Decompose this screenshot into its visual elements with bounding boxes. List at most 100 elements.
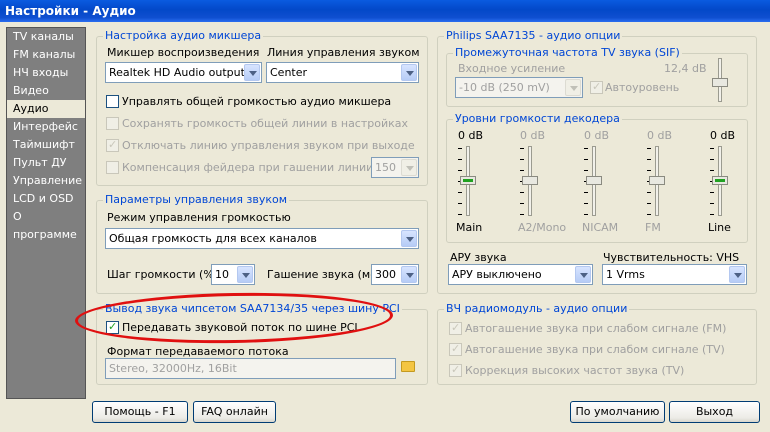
chevron-down-icon[interactable] — [401, 230, 417, 247]
input-gain-readout: 12,4 dB — [664, 62, 707, 75]
pci-group-title: Вывод звука чипсетом SAA7134/35 через ши… — [103, 302, 402, 315]
rf-fm-mute-label: Автогашение звука при слабом сигнале (FM… — [465, 322, 727, 335]
input-gain-label: Входное усиление — [458, 62, 566, 75]
agc-label: АРУ звука — [450, 251, 507, 264]
check-icon: ✓ — [451, 363, 461, 376]
pci-stream-label: Передавать звуковой поток по шине PCI — [122, 321, 358, 334]
volume-step-label: Шаг громкости (%) — [107, 268, 219, 281]
rf-hf-correction-label: Коррекция высоких частот звука (TV) — [465, 364, 685, 377]
check-icon: ✓ — [108, 320, 118, 333]
rf-group-title: ВЧ радиомодуль - аудио опции — [444, 302, 630, 315]
settings-window: Настройки - Аудио TV каналы FM каналы НЧ… — [0, 0, 770, 432]
sidebar-item-about[interactable]: О программе — [7, 208, 85, 241]
fader-compensation-input[interactable]: 150 — [371, 157, 419, 178]
manage-volume-checkbox[interactable] — [106, 95, 119, 108]
mute-time-label: Гашение звука (мс) — [267, 268, 381, 281]
volume-mode-select[interactable]: Общая громкость для всех каналов — [105, 228, 419, 249]
philips-group-title: Philips SAA7135 - аудио опции — [444, 29, 623, 42]
stream-format-value: Stereo, 32000Hz, 16Bit — [109, 362, 237, 375]
control-line-label: Линия управления звуком — [267, 46, 420, 59]
sidebar-item-interface[interactable]: Интерфейс — [7, 118, 85, 136]
check-icon: ✓ — [451, 342, 461, 355]
decoder-level-readout: 0 dB — [520, 129, 546, 142]
chevron-down-icon[interactable] — [237, 266, 253, 283]
fader-compensation-value: 150 — [375, 161, 396, 174]
volume-step-value: 10 — [215, 268, 229, 281]
decoder-slider-nicam[interactable] — [584, 146, 602, 216]
rf-tv-mute-label: Автогашение звука при слабом сигнале (TV… — [465, 343, 725, 356]
decoder-slider-line[interactable] — [710, 146, 728, 216]
sidebar-item-timeshift[interactable]: Таймшифт — [7, 136, 85, 154]
decoder-level-readout: 0 dB — [647, 129, 673, 142]
sidebar-item-tv-channels[interactable]: TV каналы — [7, 28, 85, 46]
disable-line-label: Отключать линию управления звуком при вы… — [122, 139, 415, 152]
decoder-channel-label: A2/Mono — [518, 221, 567, 234]
sidebar-item-lf-inputs[interactable]: НЧ входы — [7, 64, 85, 82]
check-icon: ✓ — [592, 80, 602, 93]
stream-format-label: Формат передаваемого потока — [107, 345, 289, 358]
rf-hf-correction-checkbox[interactable]: ✓ — [449, 363, 462, 377]
auto-level-checkbox[interactable]: ✓ — [590, 80, 603, 94]
sif-group-title: Промежуточная частота TV звука (SIF) — [453, 46, 682, 59]
chevron-down-icon[interactable] — [401, 64, 417, 81]
title-bar: Настройки - Аудио — [0, 0, 770, 22]
volume-mode-value: Общая громкость для всех каналов — [109, 232, 317, 245]
input-gain-slider[interactable] — [712, 58, 728, 102]
sensitivity-value: 1 Vrms — [606, 268, 645, 281]
decoder-channel-label: Line — [708, 221, 731, 234]
input-gain-select[interactable]: -10 dB (250 mV) — [455, 77, 583, 98]
sensitivity-label: Чувствительность: VHS — [603, 251, 740, 264]
sidebar-item-audio[interactable]: Аудио — [7, 100, 85, 118]
chevron-down-icon[interactable] — [729, 266, 745, 283]
pci-stream-checkbox[interactable]: ✓ — [106, 320, 119, 334]
sidebar-item-remote[interactable]: Пульт ДУ — [7, 154, 85, 172]
stream-format-field[interactable]: Stereo, 32000Hz, 16Bit — [105, 358, 396, 379]
disable-line-checkbox[interactable]: ✓ — [106, 138, 119, 152]
help-button[interactable]: Помощь - F1 — [92, 401, 188, 423]
fader-compensation-label: Компенсация фейдера при гашении линии (м… — [122, 161, 400, 174]
sound-params-title: Параметры управления звуком — [103, 193, 290, 206]
sidebar-item-lcd-osd[interactable]: LCD и OSD — [7, 190, 85, 208]
decoder-level-readout: 0 dB — [458, 129, 484, 142]
playback-mixer-label: Микшер воспроизведения — [107, 46, 260, 59]
rf-tv-mute-checkbox[interactable]: ✓ — [449, 342, 462, 356]
save-volume-checkbox[interactable] — [106, 117, 119, 130]
manage-volume-label: Управлять общей громкостью аудио микшера — [122, 95, 392, 108]
mixer-group-title: Настройка аудио микшера — [103, 29, 264, 42]
auto-level-label: Автоуровень — [605, 81, 680, 94]
mute-time-input[interactable]: 300 — [371, 264, 419, 285]
control-line-value: Center — [270, 66, 308, 79]
control-line-select[interactable]: Center — [266, 62, 419, 83]
sensitivity-select[interactable]: 1 Vrms — [602, 264, 747, 285]
check-icon: ✓ — [451, 321, 461, 334]
decoder-channel-label: FM — [645, 221, 661, 234]
chevron-down-icon[interactable] — [401, 159, 417, 176]
chevron-down-icon[interactable] — [244, 64, 260, 81]
decoder-channel-label: NICAM — [582, 221, 619, 234]
folder-icon[interactable] — [401, 361, 415, 372]
rf-fm-mute-checkbox[interactable]: ✓ — [449, 321, 462, 335]
fader-compensation-checkbox[interactable] — [106, 161, 119, 174]
agc-value: АРУ выключено — [452, 268, 542, 281]
sidebar-item-control[interactable]: Управление — [7, 172, 85, 190]
faq-button[interactable]: FAQ онлайн — [193, 401, 276, 423]
chevron-down-icon[interactable] — [401, 266, 417, 283]
decoder-group-title: Уровни громкости декодера — [453, 112, 622, 125]
sidebar-item-fm-channels[interactable]: FM каналы — [7, 46, 85, 64]
playback-mixer-select[interactable]: Realtek HD Audio output — [105, 62, 262, 83]
decoder-slider-a2-mono[interactable] — [520, 146, 538, 216]
exit-button[interactable]: Выход — [669, 401, 760, 423]
volume-step-input[interactable]: 10 — [211, 264, 255, 285]
chevron-down-icon[interactable] — [565, 79, 581, 96]
playback-mixer-value: Realtek HD Audio output — [109, 66, 245, 79]
decoder-level-readout: 0 dB — [710, 129, 736, 142]
decoder-level-readout: 0 dB — [584, 129, 610, 142]
volume-mode-label: Режим управления громкостью — [107, 211, 291, 224]
sidebar: TV каналы FM каналы НЧ входы Видео Аудио… — [6, 27, 86, 399]
sidebar-item-video[interactable]: Видео — [7, 82, 85, 100]
chevron-down-icon[interactable] — [575, 266, 591, 283]
decoder-slider-main[interactable] — [458, 146, 476, 216]
default-button[interactable]: По умолчанию — [570, 401, 665, 423]
decoder-slider-fm[interactable] — [647, 146, 665, 216]
agc-select[interactable]: АРУ выключено — [448, 264, 593, 285]
